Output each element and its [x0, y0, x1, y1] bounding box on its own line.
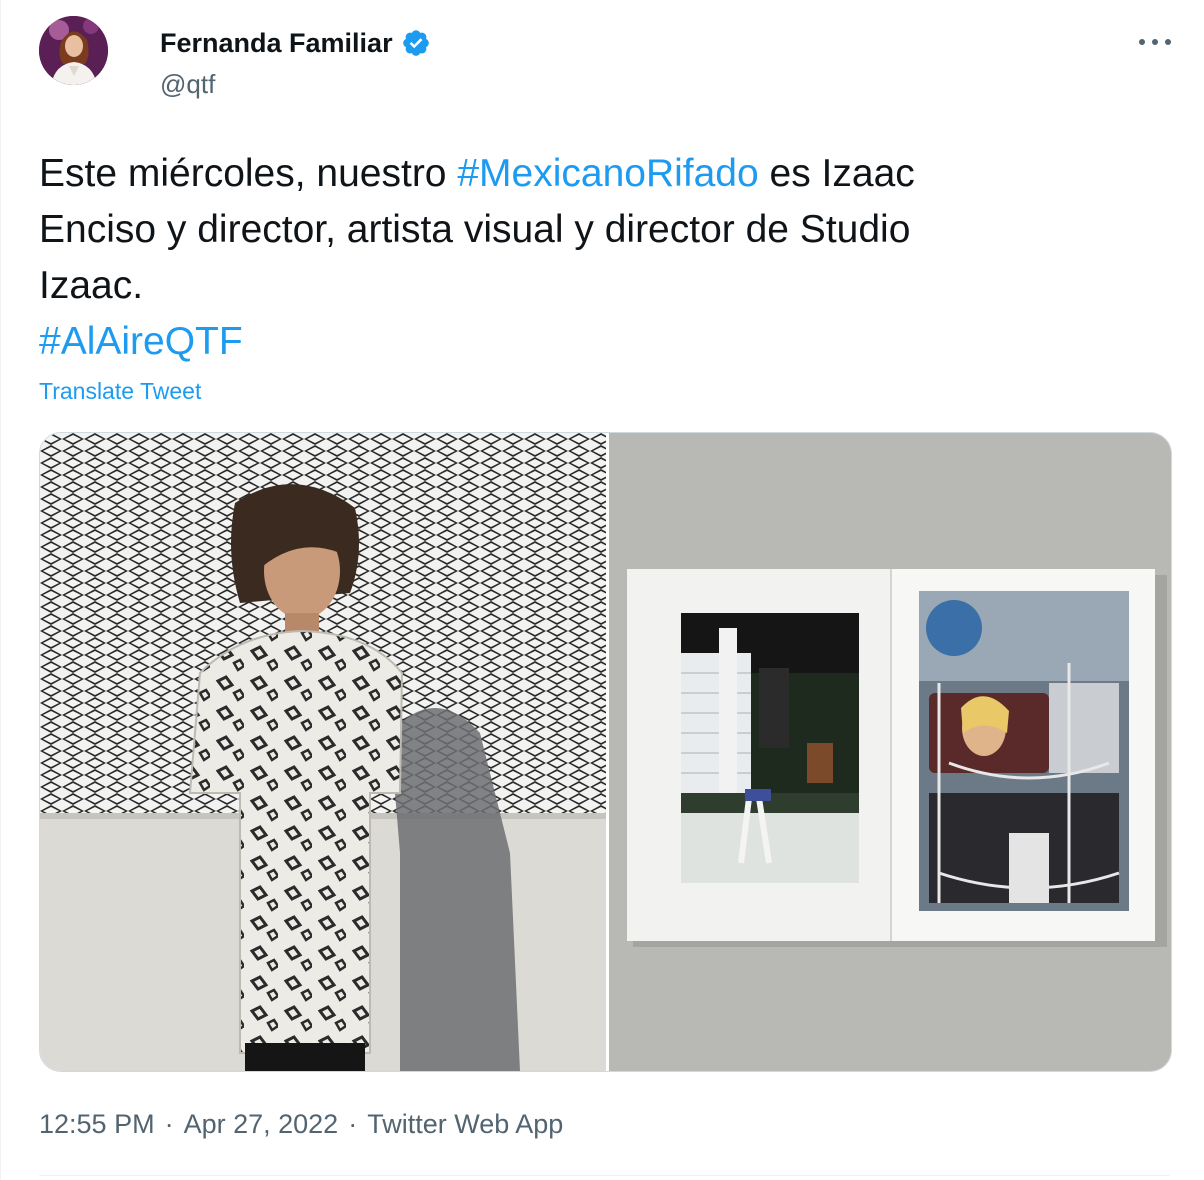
- tweet-time[interactable]: 12:55 PM: [39, 1106, 155, 1142]
- verified-badge-icon: [401, 28, 431, 58]
- tweet-text: Este miércoles, nuestro #MexicanoRifado …: [39, 146, 1149, 370]
- more-horizontal-icon: [1139, 39, 1171, 45]
- media-photo-book[interactable]: [609, 433, 1171, 1071]
- display-name[interactable]: Fernanda Familiar: [160, 26, 393, 60]
- media-photo-portrait[interactable]: [40, 433, 606, 1071]
- author-name-row[interactable]: Fernanda Familiar: [160, 26, 431, 60]
- tweet-text-line-2: Enciso y director, artista visual y dire…: [39, 208, 911, 251]
- media-grid: [39, 432, 1172, 1072]
- tweet-source[interactable]: Twitter Web App: [367, 1106, 563, 1142]
- hashtag-mexicanorifado-link[interactable]: #MexicanoRifado: [457, 152, 758, 195]
- tweet-card: Fernanda Familiar @qtf Este miércoles, n…: [0, 0, 1204, 1180]
- tweet-meta-row: 12:55 PM · Apr 27, 2022 · Twitter Web Ap…: [39, 1106, 563, 1142]
- tweet-text-line-1: Este miércoles, nuestro #MexicanoRifado …: [39, 146, 1149, 202]
- author-handle[interactable]: @qtf: [160, 68, 215, 100]
- tweet-date[interactable]: Apr 27, 2022: [184, 1106, 339, 1142]
- translate-tweet-link[interactable]: Translate Tweet: [39, 376, 201, 406]
- tweet-text-line-3: Izaac.: [39, 264, 144, 307]
- meta-separator: ·: [164, 1109, 174, 1139]
- meta-separator: ·: [348, 1109, 358, 1139]
- more-options-button[interactable]: [1136, 30, 1174, 54]
- tweet-text-segment: es Izaac: [758, 152, 915, 195]
- tweet-text-segment: Este miércoles, nuestro: [39, 152, 458, 195]
- hashtag-alaireqtf-link[interactable]: #AlAireQTF: [39, 314, 1149, 370]
- avatar[interactable]: [39, 16, 108, 85]
- bottom-divider: [39, 1175, 1170, 1176]
- left-border: [0, 0, 1, 1180]
